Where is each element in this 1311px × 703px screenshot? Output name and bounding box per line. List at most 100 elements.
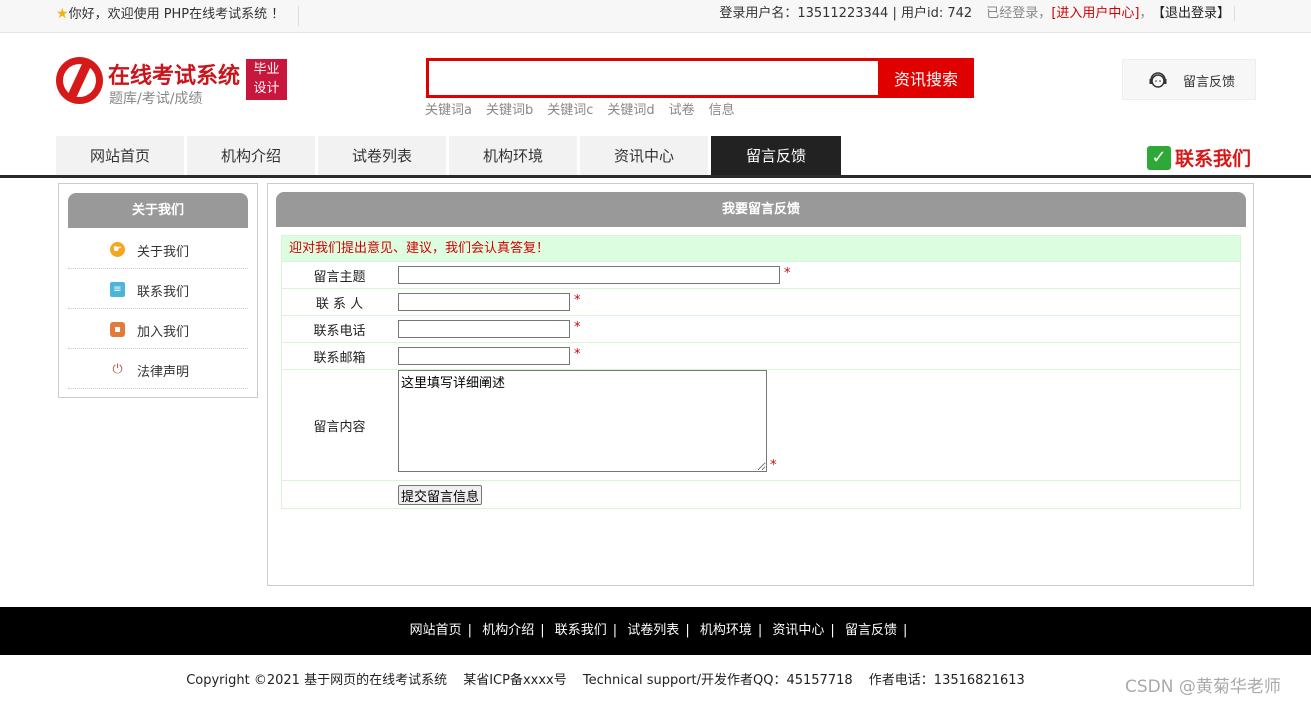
- main-nav: 网站首页 机构介绍 试卷列表 机构环境 资讯中心 留言反馈: [0, 136, 1311, 178]
- sidebar-item-legal[interactable]: ⏻ 法律声明: [68, 349, 248, 389]
- star-icon: ★: [56, 6, 69, 22]
- keyword-link[interactable]: 试卷: [669, 103, 695, 118]
- clipboard-icon: ≡: [110, 282, 125, 297]
- check-icon: ✓: [1147, 145, 1171, 170]
- user-status: 登录用户名：13511223344 | 用户id: 742 已经登录，[进入用户…: [719, 6, 1235, 22]
- content-textarea[interactable]: 这里填写详细阐述: [398, 370, 767, 472]
- phone-text: 作者电话：13516821613: [868, 673, 1025, 688]
- site-title[interactable]: 在线考试系统: [108, 58, 240, 90]
- copyright-text: Copyright ©2021 基于网页的在线考试系统: [186, 673, 448, 688]
- required-mark: *: [574, 320, 581, 335]
- footer-link-feedback[interactable]: 留言反馈: [845, 623, 897, 638]
- feedback-button-label: 留言反馈: [1183, 75, 1236, 90]
- required-mark: *: [574, 293, 581, 308]
- footer-separator: |: [830, 623, 835, 638]
- sidebar: 关于我们 ☛ 关于我们 ≡ 联系我们 ▪ 加入我们 ⏻ 法律声明: [58, 183, 258, 398]
- contact-input[interactable]: [398, 293, 570, 311]
- footer-link-home[interactable]: 网站首页: [410, 623, 462, 638]
- content-label: 留言内容: [313, 420, 366, 435]
- footer-separator: |: [757, 623, 763, 638]
- required-mark: *: [574, 347, 581, 362]
- keyword-link[interactable]: 关键词d: [607, 103, 654, 118]
- subject-label: 留言主题: [313, 270, 366, 285]
- sidebar-item-contact[interactable]: ≡ 联系我们: [68, 269, 248, 309]
- keyword-link[interactable]: 关键词c: [547, 103, 593, 118]
- logout-link[interactable]: 【退出登录】: [1158, 6, 1235, 21]
- user-center-link[interactable]: [进入用户中心]: [1051, 6, 1139, 21]
- nav-item-environment[interactable]: 机构环境: [449, 136, 577, 175]
- phone-input[interactable]: [398, 320, 570, 338]
- footer-separator: |: [612, 623, 618, 638]
- footer-link-contact[interactable]: 联系我们: [555, 623, 607, 638]
- nav-item-papers[interactable]: 试卷列表: [318, 136, 446, 175]
- sidebar-item-label: 联系我们: [137, 285, 190, 300]
- search-button[interactable]: 资讯搜索: [878, 58, 974, 98]
- contact-us-label: 联系我们: [1175, 148, 1252, 170]
- lock-icon: ▪: [110, 322, 125, 337]
- sidebar-item-label: 加入我们: [137, 325, 190, 340]
- logo-icon[interactable]: [56, 57, 103, 104]
- user-info: 登录用户名：13511223344 | 用户id: 742: [719, 6, 973, 21]
- nav-item-about[interactable]: 机构介绍: [187, 136, 315, 175]
- feedback-button[interactable]: 留言反馈: [1122, 59, 1256, 100]
- icp-text: 某省ICP备xxxx号: [463, 673, 567, 688]
- contact-label: 联 系 人: [315, 297, 364, 312]
- copyright-bar: Copyright ©2021 基于网页的在线考试系统 某省ICP备xxxx号 …: [0, 669, 1311, 688]
- badge-line-2: 设计: [253, 81, 280, 96]
- sidebar-item-label: 法律声明: [137, 365, 190, 380]
- sidebar-item-about[interactable]: ☛ 关于我们: [68, 229, 248, 269]
- feedback-form: 迎对我们提出意见、建议，我们会认真答复！ 留言主题 * 联 系 人 * 联系电话…: [281, 235, 1241, 509]
- power-icon: ⏻: [110, 362, 125, 377]
- email-label: 联系邮箱: [313, 351, 366, 366]
- form-row-contact: 联 系 人 *: [282, 289, 1240, 316]
- nav-item-feedback[interactable]: 留言反馈: [711, 136, 841, 175]
- login-status: 已经登录，: [986, 6, 1052, 21]
- search-input[interactable]: [429, 61, 879, 95]
- site-subtitle: 题库/考试/成绩: [109, 91, 203, 107]
- footer-separator: |: [540, 623, 545, 638]
- form-notice: 迎对我们提出意见、建议，我们会认真答复！: [282, 236, 1240, 262]
- footer-separator: |: [902, 623, 908, 638]
- footer-link-environment[interactable]: 机构环境: [700, 623, 752, 638]
- footer-separator: |: [467, 623, 473, 638]
- welcome-message: ★你好，欢迎使用 PHP在线考试系统 ！: [56, 6, 300, 26]
- footer-link-news[interactable]: 资讯中心: [772, 623, 824, 638]
- main-panel: 我要留言反馈 迎对我们提出意见、建议，我们会认真答复！ 留言主题 * 联 系 人…: [267, 183, 1254, 586]
- top-bar: ★你好，欢迎使用 PHP在线考试系统 ！ 登录用户名：13511223344 |…: [0, 0, 1311, 33]
- keyword-link[interactable]: 关键词b: [486, 103, 533, 118]
- phone-label: 联系电话: [313, 324, 366, 339]
- headset-icon: [1149, 72, 1167, 88]
- footer-nav: 网站首页 | 机构介绍 | 联系我们 | 试卷列表 | 机构环境 | 资讯中心 | 留言反馈…: [0, 607, 1311, 655]
- submit-button[interactable]: 提交留言信息: [398, 485, 483, 505]
- sidebar-item-join[interactable]: ▪ 加入我们: [68, 309, 248, 349]
- keyword-link[interactable]: 关键词a: [425, 103, 472, 118]
- sidebar-item-label: 关于我们: [137, 245, 190, 260]
- keyword-link[interactable]: 信息: [709, 103, 735, 118]
- footer-link-papers[interactable]: 试卷列表: [627, 623, 679, 638]
- main-title: 我要留言反馈: [276, 192, 1246, 227]
- welcome-text: 你好，欢迎使用 PHP在线考试系统 ！: [68, 7, 285, 22]
- form-row-phone: 联系电话 *: [282, 316, 1240, 343]
- sidebar-title: 关于我们: [68, 193, 248, 228]
- subject-input[interactable]: [398, 266, 780, 284]
- comma-text: ，: [1139, 6, 1153, 21]
- form-row-content: 留言内容 这里填写详细阐述 *: [282, 370, 1240, 481]
- nav-item-news[interactable]: 资讯中心: [580, 136, 708, 175]
- form-row-email: 联系邮箱 *: [282, 343, 1240, 370]
- required-mark: *: [770, 458, 777, 473]
- footer-separator: |: [685, 623, 690, 638]
- footer-link-about[interactable]: 机构介绍: [482, 623, 534, 638]
- required-mark: *: [784, 266, 791, 281]
- support-text: Technical support/开发作者QQ：45157718: [582, 673, 853, 688]
- watermark: CSDN @黄菊华老师: [1125, 677, 1281, 697]
- graduation-badge: 毕业 设计: [246, 59, 287, 100]
- hand-icon: ☛: [110, 242, 125, 257]
- form-row-subject: 留言主题 *: [282, 262, 1240, 289]
- search-keywords: 关键词a 关键词b 关键词c 关键词d 试卷 信息: [425, 99, 749, 118]
- form-row-submit: 提交留言信息: [282, 481, 1240, 508]
- contact-us-link[interactable]: ✓ 联系我们: [1147, 144, 1251, 170]
- email-input[interactable]: [398, 347, 570, 365]
- search-box: 资讯搜索: [426, 58, 974, 98]
- badge-line-1: 毕业: [253, 62, 280, 77]
- nav-item-home[interactable]: 网站首页: [56, 136, 184, 175]
